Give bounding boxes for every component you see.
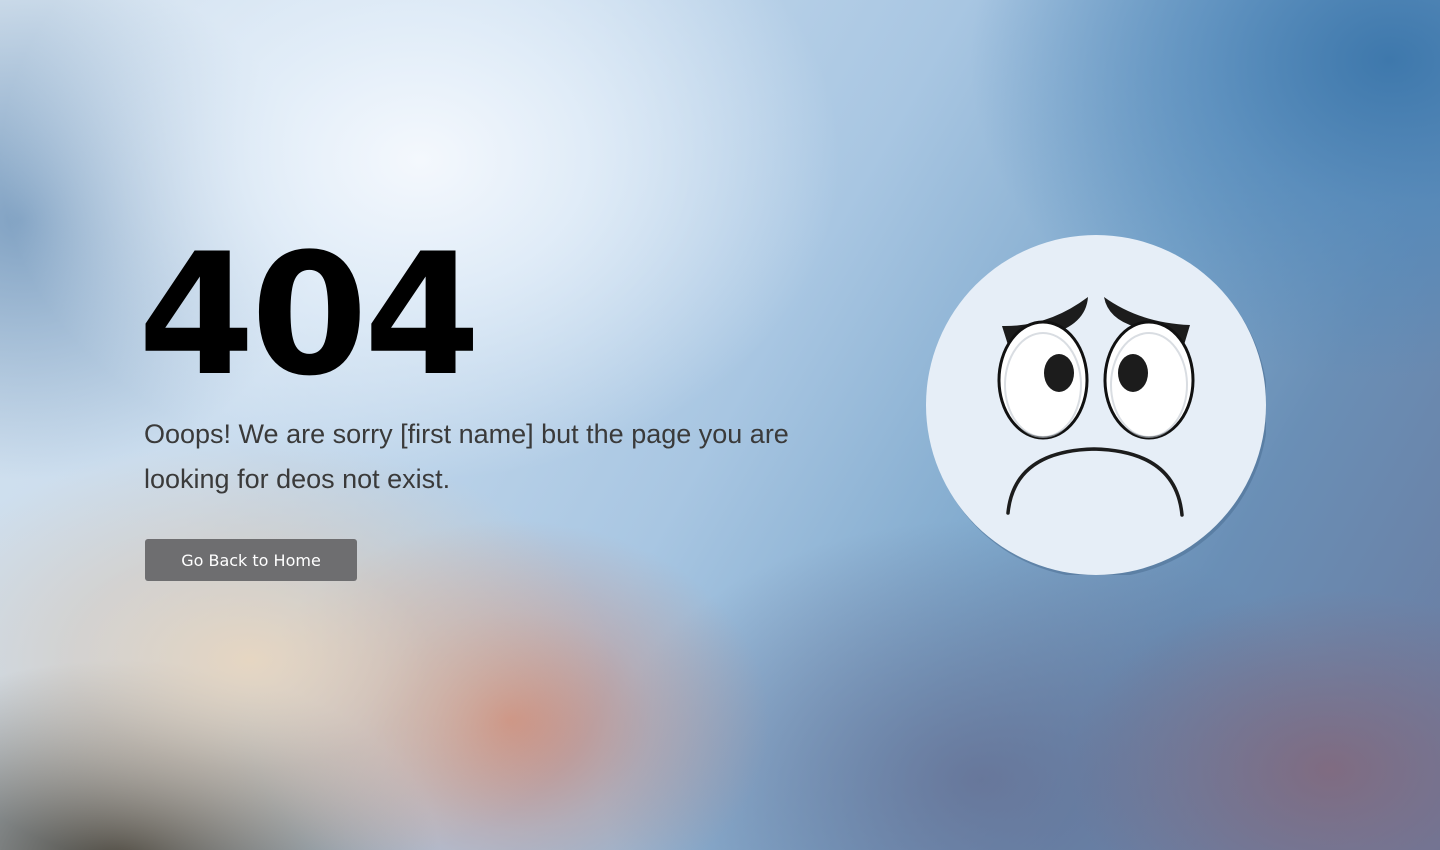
face-circle — [926, 235, 1266, 575]
sad-face-illustration — [926, 235, 1268, 578]
right-pupil — [1118, 354, 1148, 392]
sad-face-icon — [926, 235, 1268, 578]
error-message: Ooops! We are sorry [first name] but the… — [144, 419, 789, 494]
error-code: 404 — [138, 217, 481, 413]
left-eye — [997, 320, 1089, 440]
right-eye — [1103, 320, 1195, 440]
go-back-home-button[interactable]: Go Back to Home — [145, 539, 357, 581]
left-pupil — [1044, 354, 1074, 392]
error-content: 404 Ooops! We are sorry [first name] but… — [138, 230, 838, 502]
